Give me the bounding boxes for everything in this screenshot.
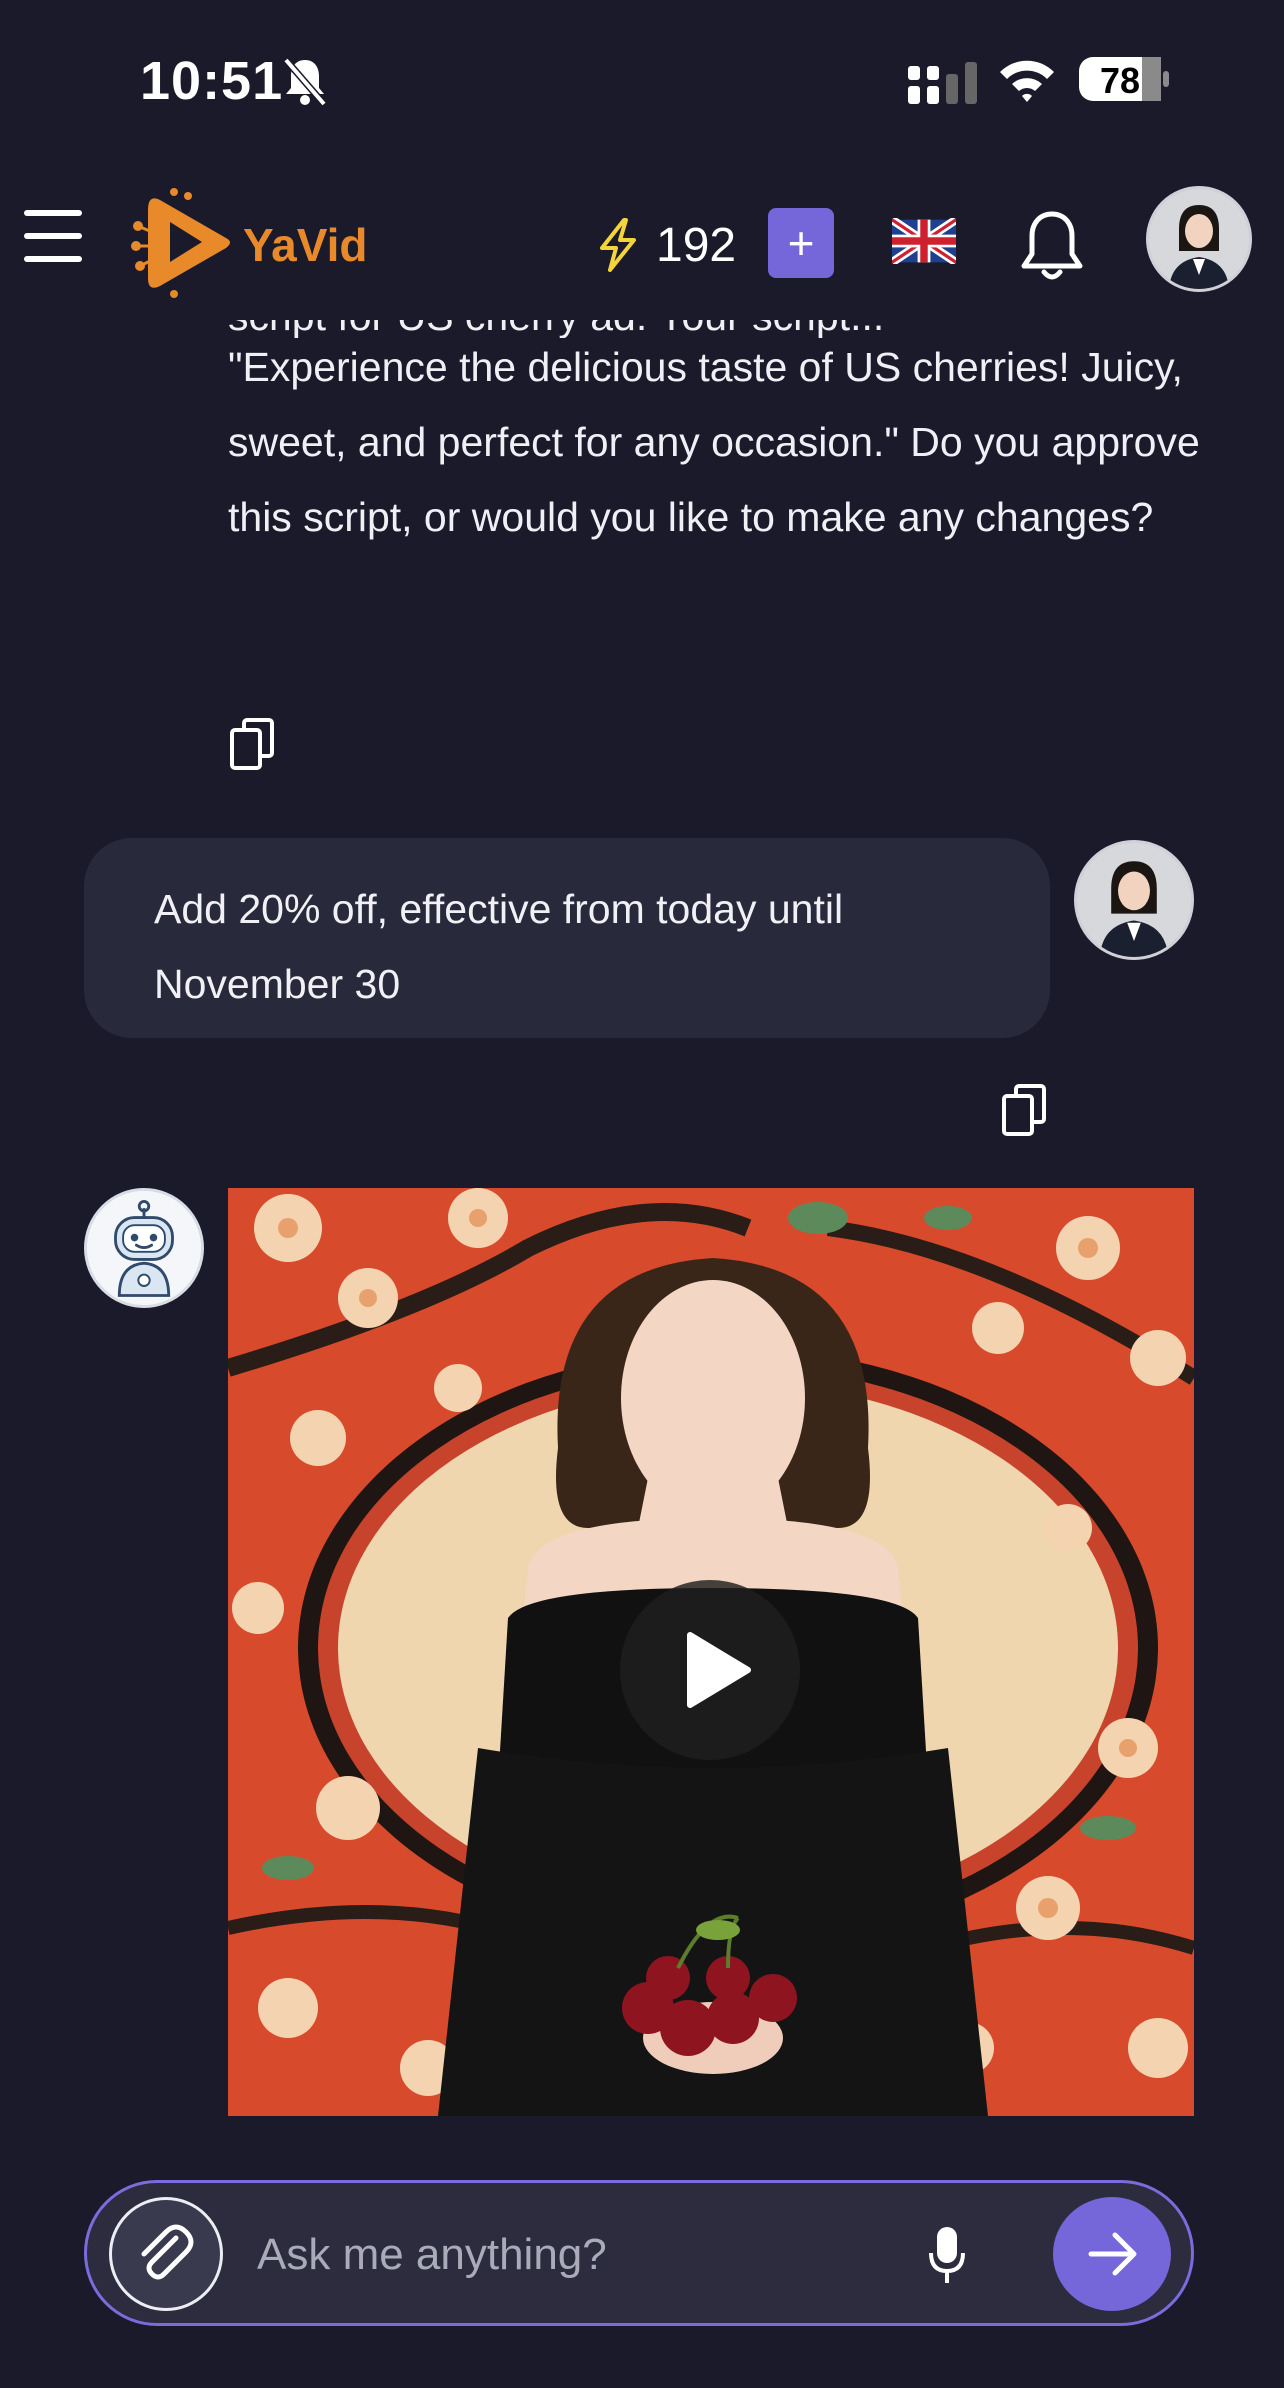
user-message-text: Add 20% off, effective from today until … <box>154 886 844 1007</box>
arrow-right-icon <box>1088 2232 1137 2276</box>
add-credits-button[interactable]: + <box>768 208 834 278</box>
logo-icon[interactable] <box>130 186 234 298</box>
user-message-avatar <box>1074 840 1194 960</box>
battery-level: 78 <box>1099 60 1141 101</box>
bell-muted-icon <box>283 57 327 107</box>
play-icon <box>687 1632 751 1708</box>
bell-icon[interactable] <box>1020 208 1084 284</box>
app-name: YaVid <box>243 219 368 271</box>
robot-icon <box>87 1191 201 1305</box>
cellular-signal-icon <box>908 62 977 104</box>
app-header: YaVid 192 + <box>0 160 1284 320</box>
chat-composer <box>84 2180 1194 2326</box>
video-player[interactable] <box>228 1188 1194 2116</box>
play-button[interactable] <box>620 1580 800 1760</box>
menu-icon[interactable] <box>24 210 82 262</box>
status-time: 10:51 <box>140 51 284 111</box>
uk-flag-icon[interactable] <box>892 218 956 264</box>
mic-icon[interactable] <box>927 2225 967 2285</box>
copy-icon[interactable] <box>1002 1084 1046 1136</box>
attach-button[interactable] <box>109 2197 223 2311</box>
user-avatar[interactable] <box>1146 186 1252 292</box>
bot-message-text: "Experience the delicious taste of US ch… <box>228 344 1200 540</box>
chat-input[interactable] <box>257 2219 877 2291</box>
battery-indicator: 78 <box>1078 56 1170 102</box>
status-bar: 10:51 78 <box>0 0 1284 160</box>
wifi-icon <box>1000 60 1054 102</box>
send-button[interactable] <box>1053 2197 1171 2311</box>
copy-icon[interactable] <box>230 718 274 770</box>
bolt-icon <box>600 218 636 272</box>
user-message-bubble: Add 20% off, effective from today until … <box>84 838 1050 1038</box>
credits-count: 192 <box>656 219 737 272</box>
bot-message: script for US cherry ad: Your script... … <box>228 296 1228 555</box>
profile-photo <box>1149 189 1249 289</box>
bot-avatar <box>84 1188 204 1308</box>
paperclip-icon <box>141 2224 194 2280</box>
profile-photo <box>1077 843 1191 957</box>
